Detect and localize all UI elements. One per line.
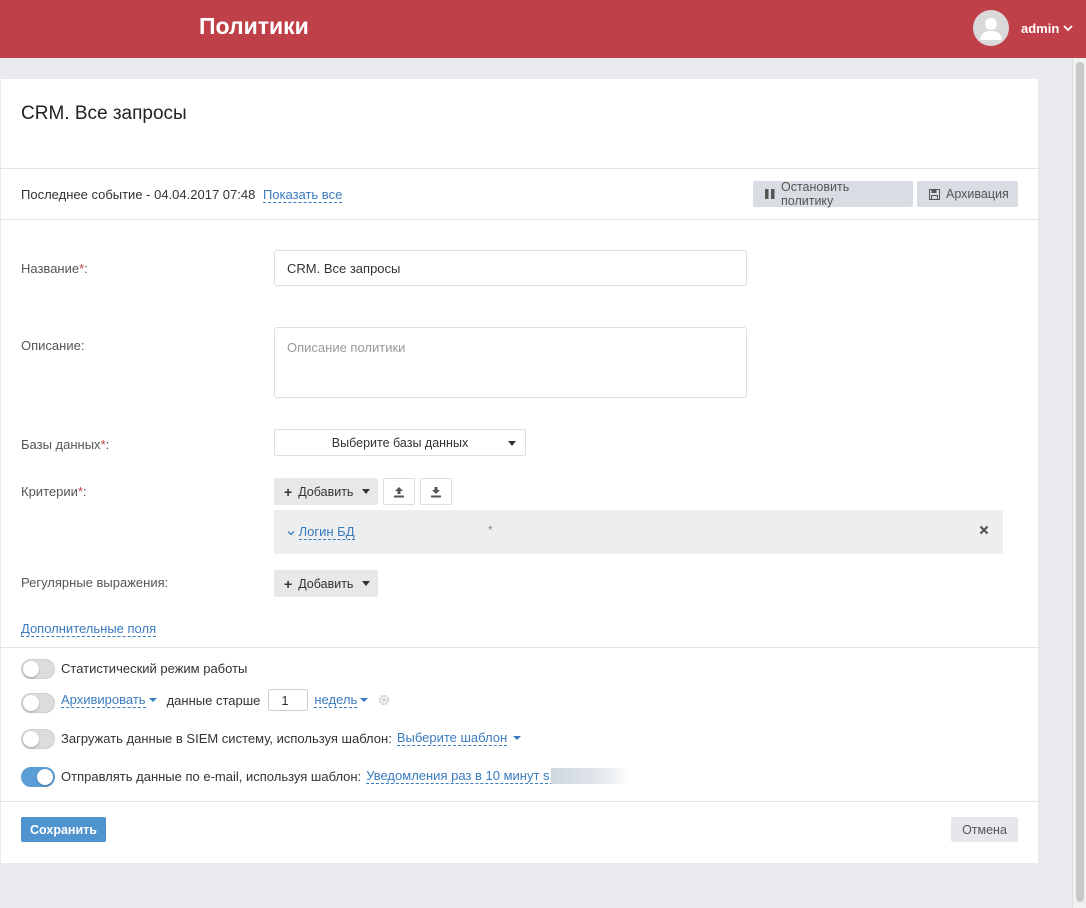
regex-add-label: Добавить xyxy=(298,576,354,591)
save-button[interactable]: Сохранить xyxy=(21,817,106,842)
description-label: Описание: xyxy=(21,338,85,353)
criteria-required-mark: * xyxy=(488,523,493,537)
caret-down-icon xyxy=(362,489,370,494)
scrollbar-thumb[interactable] xyxy=(1076,62,1084,902)
siem-toggle[interactable] xyxy=(21,729,55,749)
name-label: Название*: xyxy=(21,261,88,276)
divider xyxy=(1,647,1038,648)
archive-period-input[interactable]: 1 xyxy=(268,689,309,711)
criteria-add-button[interactable]: + Добавить xyxy=(274,478,378,505)
toggle-knob xyxy=(23,731,39,747)
top-bar: Политики admin xyxy=(0,0,1086,58)
download-icon xyxy=(431,486,441,497)
chevron-down-icon xyxy=(287,530,295,535)
email-toggle[interactable] xyxy=(21,767,55,787)
archive-row: Архивировать данные старше 1 недель xyxy=(61,689,390,711)
user-menu[interactable]: admin xyxy=(973,10,1073,46)
caret-down-icon xyxy=(362,581,370,586)
user-name: admin xyxy=(1021,20,1060,36)
stop-policy-label: Остановить политику xyxy=(781,180,850,208)
regex-label: Регулярные выражения: xyxy=(21,575,169,590)
name-input[interactable]: CRM. Все запросы xyxy=(274,250,747,286)
stat-mode-toggle[interactable] xyxy=(21,659,55,679)
chevron-down-icon xyxy=(1063,25,1073,32)
stat-mode-label: Статистический режим работы xyxy=(61,661,248,676)
caret-down-icon xyxy=(508,441,516,446)
caret-down-icon xyxy=(513,736,522,740)
criteria-label: Критерии*: xyxy=(21,484,87,499)
caret-down-icon xyxy=(148,698,157,702)
plus-icon: + xyxy=(284,575,293,592)
criteria-item: Логин БД * xyxy=(274,510,1003,554)
last-event: Последнее событие - 04.04.2017 07:48 Пок… xyxy=(21,187,343,203)
criteria-item-label: Логин БД xyxy=(298,524,355,540)
upload-icon xyxy=(394,486,404,497)
archive-link[interactable]: Архивировать xyxy=(61,692,146,708)
databases-select-value: Выберите базы данных xyxy=(331,435,469,450)
page-title: Политики xyxy=(199,13,309,39)
divider xyxy=(1,168,1038,169)
policy-card: CRM. Все запросы Последнее событие - 04.… xyxy=(1,79,1038,863)
plus-icon: + xyxy=(284,483,293,500)
criteria-add-label: Добавить xyxy=(298,484,354,499)
email-template-dropdown[interactable]: Уведомления раз в 10 минут s. xyxy=(366,768,554,784)
last-event-label: Последнее событие - 04.04.2017 07:48 xyxy=(21,187,256,202)
criteria-item-link[interactable]: Логин БД xyxy=(287,524,355,540)
stop-policy-button[interactable]: Остановить политику xyxy=(753,180,913,208)
archive-toggle[interactable] xyxy=(21,693,55,713)
floppy-disk-icon xyxy=(929,188,940,200)
policy-title: CRM. Все запросы xyxy=(21,103,187,124)
close-icon[interactable] xyxy=(979,525,989,535)
avatar-icon xyxy=(973,10,1009,46)
databases-label: Базы данных*: xyxy=(21,437,110,452)
email-row: Отправлять данные по e-mail, используя ш… xyxy=(61,768,632,784)
archive-unit-dropdown[interactable]: недель xyxy=(314,692,358,708)
email-text: Отправлять данные по e-mail, используя ш… xyxy=(61,768,362,784)
toggle-knob xyxy=(23,661,39,677)
databases-select[interactable]: Выберите базы данных xyxy=(274,429,526,456)
divider xyxy=(1,219,1038,220)
cancel-button[interactable]: Отмена xyxy=(951,817,1018,842)
description-textarea[interactable]: Описание политики xyxy=(274,327,747,398)
extra-fields-wrap: Дополнительные поля xyxy=(21,621,157,637)
archive-label: Архивация xyxy=(946,187,1009,201)
download-button[interactable] xyxy=(420,478,452,505)
siem-template-dropdown[interactable]: Выберите шаблон xyxy=(396,730,508,746)
caret-down-icon xyxy=(360,698,369,702)
show-all-link[interactable]: Показать все xyxy=(262,187,343,203)
divider xyxy=(1,801,1038,802)
archive-text: данные старше xyxy=(166,692,261,708)
toggle-knob xyxy=(37,769,53,785)
toggle-knob xyxy=(23,695,39,711)
siem-row: Загружать данные в SIEM систему, использ… xyxy=(61,730,522,746)
redacted-area xyxy=(551,768,632,784)
gear-icon[interactable] xyxy=(378,694,390,706)
siem-text: Загружать данные в SIEM систему, использ… xyxy=(61,730,392,746)
scrollbar[interactable] xyxy=(1072,58,1086,908)
extra-fields-link[interactable]: Дополнительные поля xyxy=(21,621,157,637)
upload-button[interactable] xyxy=(383,478,415,505)
archive-button[interactable]: Архивация xyxy=(917,181,1018,207)
regex-add-button[interactable]: + Добавить xyxy=(274,570,378,597)
pause-icon xyxy=(765,189,775,199)
